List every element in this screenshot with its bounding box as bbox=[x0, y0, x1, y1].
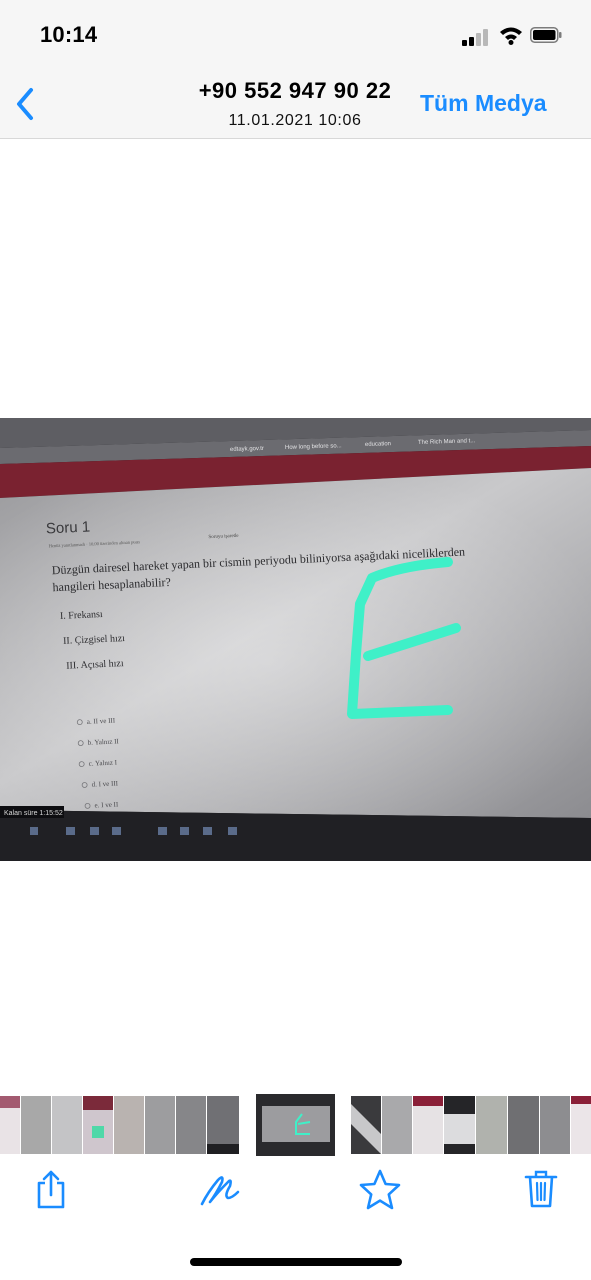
thumbnail[interactable] bbox=[21, 1096, 51, 1154]
item-1: I. Frekansı bbox=[60, 609, 103, 622]
timer: Kalan süre 1:15:52 bbox=[4, 810, 63, 817]
thumbnail[interactable] bbox=[508, 1096, 539, 1154]
question-title: Soru 1 bbox=[46, 518, 91, 537]
thumbnail[interactable] bbox=[540, 1096, 570, 1154]
thumbnail[interactable] bbox=[145, 1096, 175, 1154]
battery-icon bbox=[530, 27, 562, 43]
thumbnail[interactable] bbox=[476, 1096, 507, 1154]
home-indicator[interactable] bbox=[190, 1258, 402, 1266]
share-icon[interactable] bbox=[31, 1168, 71, 1210]
thumbnail-strip[interactable] bbox=[0, 1094, 591, 1156]
markup-icon[interactable] bbox=[198, 1168, 242, 1210]
option-b: b. Yalnız II bbox=[88, 737, 120, 746]
contact-phone-title: +90 552 947 90 22 bbox=[198, 78, 392, 103]
option-c: c. Yalnız I bbox=[88, 758, 117, 767]
option-e: e. I ve II bbox=[94, 800, 119, 809]
photo-of-quiz-screen: edtayk.gov.tr How long before so... educ… bbox=[0, 418, 591, 861]
option-d: d. I ve III bbox=[91, 779, 118, 788]
wifi-icon bbox=[500, 27, 522, 45]
thumbnail[interactable] bbox=[52, 1096, 82, 1154]
all-media-button[interactable]: Tüm Medya bbox=[420, 90, 547, 117]
taskbar bbox=[0, 810, 591, 861]
bookmark-3: education bbox=[365, 441, 391, 448]
status-bar: 10:14 bbox=[0, 0, 591, 70]
navigation-bar: +90 552 947 90 22 11.01.2021 10:06 Tüm M… bbox=[0, 70, 591, 139]
star-icon[interactable] bbox=[358, 1168, 402, 1210]
thumbnail[interactable] bbox=[176, 1096, 206, 1154]
thumbnail[interactable] bbox=[114, 1096, 144, 1154]
thumbnail[interactable] bbox=[571, 1096, 591, 1154]
trash-icon[interactable] bbox=[521, 1168, 561, 1210]
cellular-signal-icon bbox=[462, 28, 492, 46]
bookmark-1: edtayk.gov.tr bbox=[230, 446, 264, 453]
status-time: 10:14 bbox=[40, 22, 98, 47]
back-chevron-icon[interactable] bbox=[10, 84, 40, 124]
thumbnail[interactable] bbox=[382, 1096, 412, 1154]
media-date-subtitle: 11.01.2021 10:06 bbox=[228, 112, 362, 129]
option-a: a. II ve III bbox=[87, 717, 116, 726]
